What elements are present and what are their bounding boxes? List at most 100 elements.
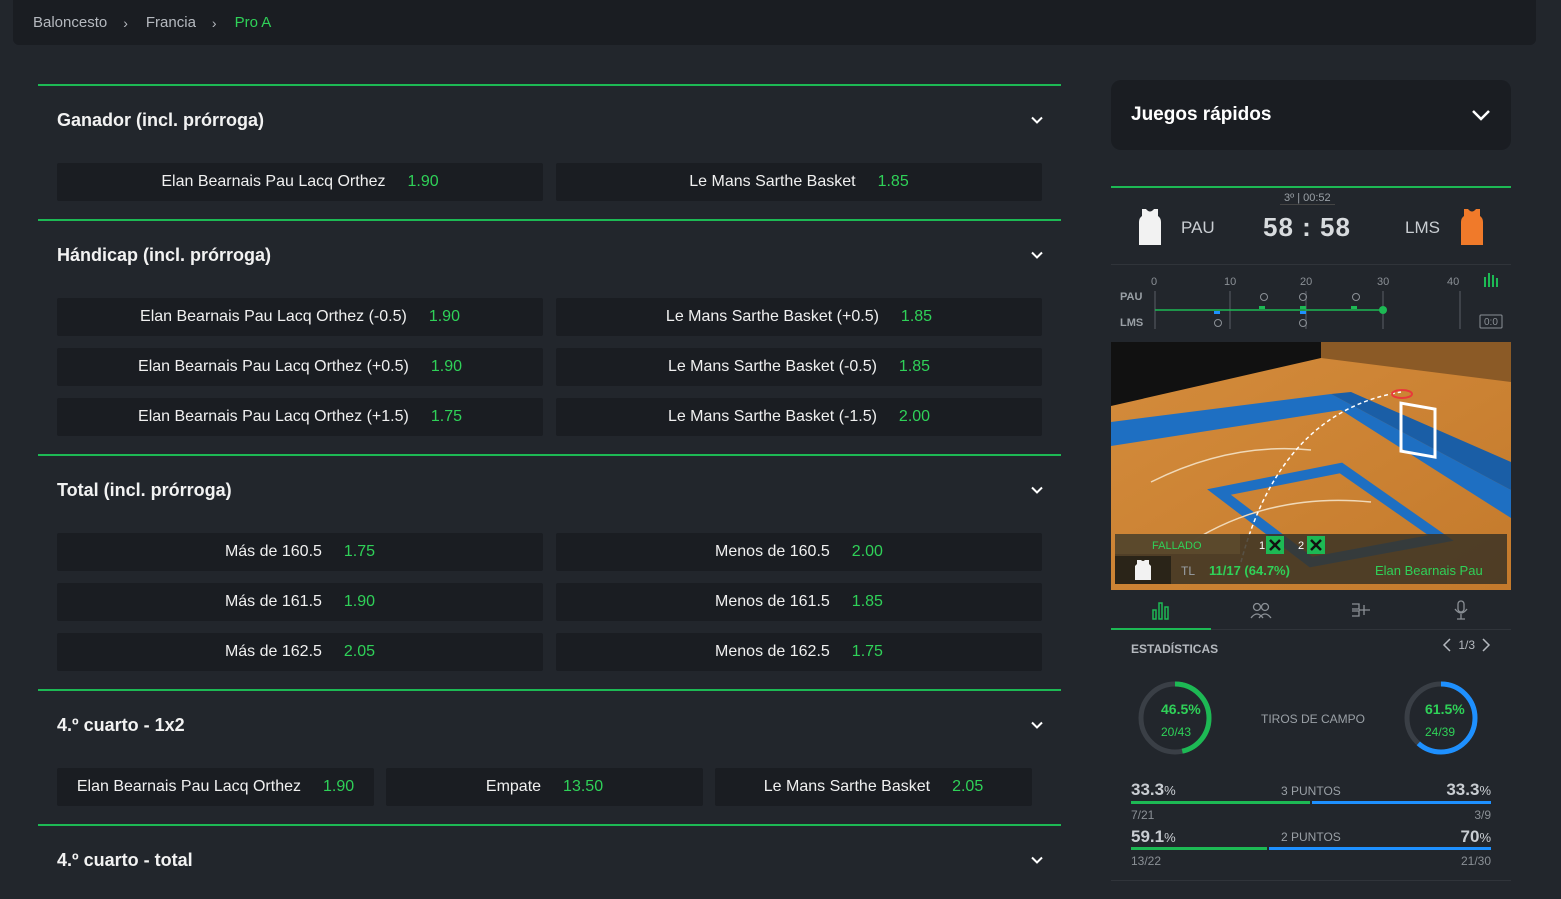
chevron-left-icon[interactable] [1442,638,1452,652]
tab-bracket[interactable] [1311,590,1411,629]
odd-button[interactable]: Menos de 162.5 1.75 [556,633,1042,671]
odd-button[interactable]: Menos de 160.5 2.00 [556,533,1042,571]
odd-price: 13.50 [563,778,604,795]
shot-stat: 11/17 (64.7%) [1209,563,1290,578]
timeline-tick: 0 [1151,276,1157,288]
timeline-tick: 20 [1300,276,1312,288]
odd-button[interactable]: Le Mans Sarthe Basket (-1.5) 2.00 [556,398,1042,436]
odd-price: 1.85 [877,173,909,190]
market-header[interactable]: 4.º cuarto - total [38,826,1061,894]
chevron-down-icon[interactable] [1031,249,1043,261]
odd-button[interactable]: Empate 13.50 [386,768,703,806]
odd-label: Más de 160.5 [224,543,322,560]
bar-chart-icon[interactable] [1484,273,1498,287]
odd-button[interactable]: Elan Bearnais Pau Lacq Orthez (-0.5) 1.90 [57,298,543,336]
breadcrumb-france[interactable]: Francia [146,14,196,31]
odd-button[interactable]: Elan Bearnais Pau Lacq Orthez (+0.5) 1.90 [57,348,543,386]
away-fg-pct: 61.5% [1425,701,1465,717]
market-title: Ganador (incl. prórroga) [57,109,265,130]
odd-price: 1.75 [851,643,883,660]
tab-commentary[interactable] [1411,590,1511,629]
market-header[interactable]: 4.º cuarto - 1x2 [38,691,1061,759]
odd-price: 2.00 [851,543,883,560]
timeline-away-label: LMS [1120,317,1143,329]
away-field-goal-ring: 61.5% 24/39 [1404,681,1478,755]
away-2pt-pct: 70% [1460,827,1491,846]
odd-label: Elan Bearnais Pau Lacq Orthez (+0.5) [138,358,409,375]
microphone-icon [1454,599,1468,620]
odd-price: 1.75 [343,543,376,560]
home-fg-pct: 46.5% [1161,701,1201,717]
players-icon [1250,602,1272,618]
timeline-toggle-button[interactable]: 0:0 [1479,314,1503,329]
home-field-goal-ring: 46.5% 20/43 [1138,681,1212,755]
odd-button[interactable]: Más de 160.5 1.75 [57,533,543,571]
timeline-tick: 10 [1224,276,1236,288]
chevron-down-icon[interactable] [1031,854,1043,866]
home-jersey-icon [1135,560,1151,580]
odd-button[interactable]: Le Mans Sarthe Basket (-0.5) 1.85 [556,348,1042,386]
odd-label: Le Mans Sarthe Basket [689,173,856,190]
odd-label: Elan Bearnais Pau Lacq Orthez [161,173,386,190]
three-points-label: 3 PUNTOS [1281,784,1341,798]
away-team-abbr: LMS [1405,218,1440,237]
odd-button[interactable]: Más de 162.5 2.05 [57,633,543,671]
home-2pt-pct: 59.1% [1131,827,1176,846]
odd-price: 2.05 [343,643,376,660]
quick-games-panel[interactable]: Juegos rápidos [1111,80,1511,150]
odd-label: Elan Bearnais Pau Lacq Orthez [76,778,301,795]
away-3pt-frac: 3/9 [1474,808,1491,822]
odd-price: 1.85 [898,358,931,375]
court-visualization: FALLADO 1 2 TL 11/17 (64.7%) Elan Bearna… [1111,342,1511,590]
home-2pt-bar [1131,847,1267,850]
chevron-down-icon[interactable] [1471,108,1491,122]
free-throw-1-label: 1 [1259,540,1265,552]
market-header[interactable]: Ganador (incl. prórroga) [38,86,1061,154]
odd-button[interactable]: Le Mans Sarthe Basket (+0.5) 1.85 [556,298,1042,336]
two-points-label: 2 PUNTOS [1281,830,1341,844]
chevron-down-icon[interactable] [1031,484,1043,496]
home-team-abbr: PAU [1181,218,1215,237]
odd-label: Más de 161.5 [224,593,322,610]
market-header[interactable]: Total (incl. prórroga) [38,456,1061,524]
shot-result: FALLADO [1152,540,1202,552]
quick-games-title: Juegos rápidos [1131,104,1272,125]
away-2pt-bar [1268,847,1491,850]
odd-button[interactable]: Le Mans Sarthe Basket 1.85 [556,163,1042,201]
odd-button[interactable]: Menos de 161.5 1.85 [556,583,1042,621]
market-title: Hándicap (incl. prórroga) [57,244,272,265]
odd-label: Le Mans Sarthe Basket (-0.5) [667,358,877,375]
market-header[interactable]: Hándicap (incl. prórroga) [38,221,1061,289]
shot-team: Elan Bearnais Pau [1375,563,1483,578]
breadcrumb-basketball[interactable]: Baloncesto [33,14,107,31]
tab-players[interactable] [1211,590,1311,629]
markets-list: Ganador (incl. prórroga) Elan Bearnais P… [38,84,1061,894]
odd-label: Más de 162.5 [224,643,322,660]
market-title: Total (incl. prórroga) [57,479,232,500]
match-score: 58 : 58 [1263,212,1351,242]
home-3pt-pct: 33.3% [1131,780,1176,799]
odd-button[interactable]: Elan Bearnais Pau Lacq Orthez (+1.5) 1.75 [57,398,543,436]
odd-price: 1.90 [428,308,460,325]
game-clock: 3º | 00:52 [1280,192,1335,205]
odd-button[interactable]: Más de 161.5 1.90 [57,583,543,621]
bracket-icon [1352,602,1370,617]
odd-button[interactable]: Elan Bearnais Pau Lacq Orthez 1.90 [57,163,543,201]
stats-page: 1/3 [1458,638,1475,652]
odd-label: Le Mans Sarthe Basket (-1.5) [667,408,877,425]
tab-stats[interactable] [1111,590,1211,630]
odd-price: 1.85 [900,308,933,325]
timeline-toggle-label: 0:0 [1484,317,1498,328]
chevron-down-icon[interactable] [1031,114,1043,126]
chevron-down-icon[interactable] [1031,719,1043,731]
odd-price: 2.05 [952,778,984,795]
field-goals-label: TIROS DE CAMPO [1261,712,1366,726]
away-jersey-icon [1461,209,1483,245]
odd-button[interactable]: Elan Bearnais Pau Lacq Orthez 1.90 [57,768,374,806]
odd-label: Menos de 162.5 [715,643,830,660]
chevron-right-icon[interactable] [1481,638,1491,652]
timeline-home-label: PAU [1120,291,1142,303]
breadcrumb-pro-a[interactable]: Pro A [235,14,272,31]
stats-heading: ESTADÍSTICAS [1131,642,1219,656]
odd-button[interactable]: Le Mans Sarthe Basket 2.05 [715,768,1032,806]
